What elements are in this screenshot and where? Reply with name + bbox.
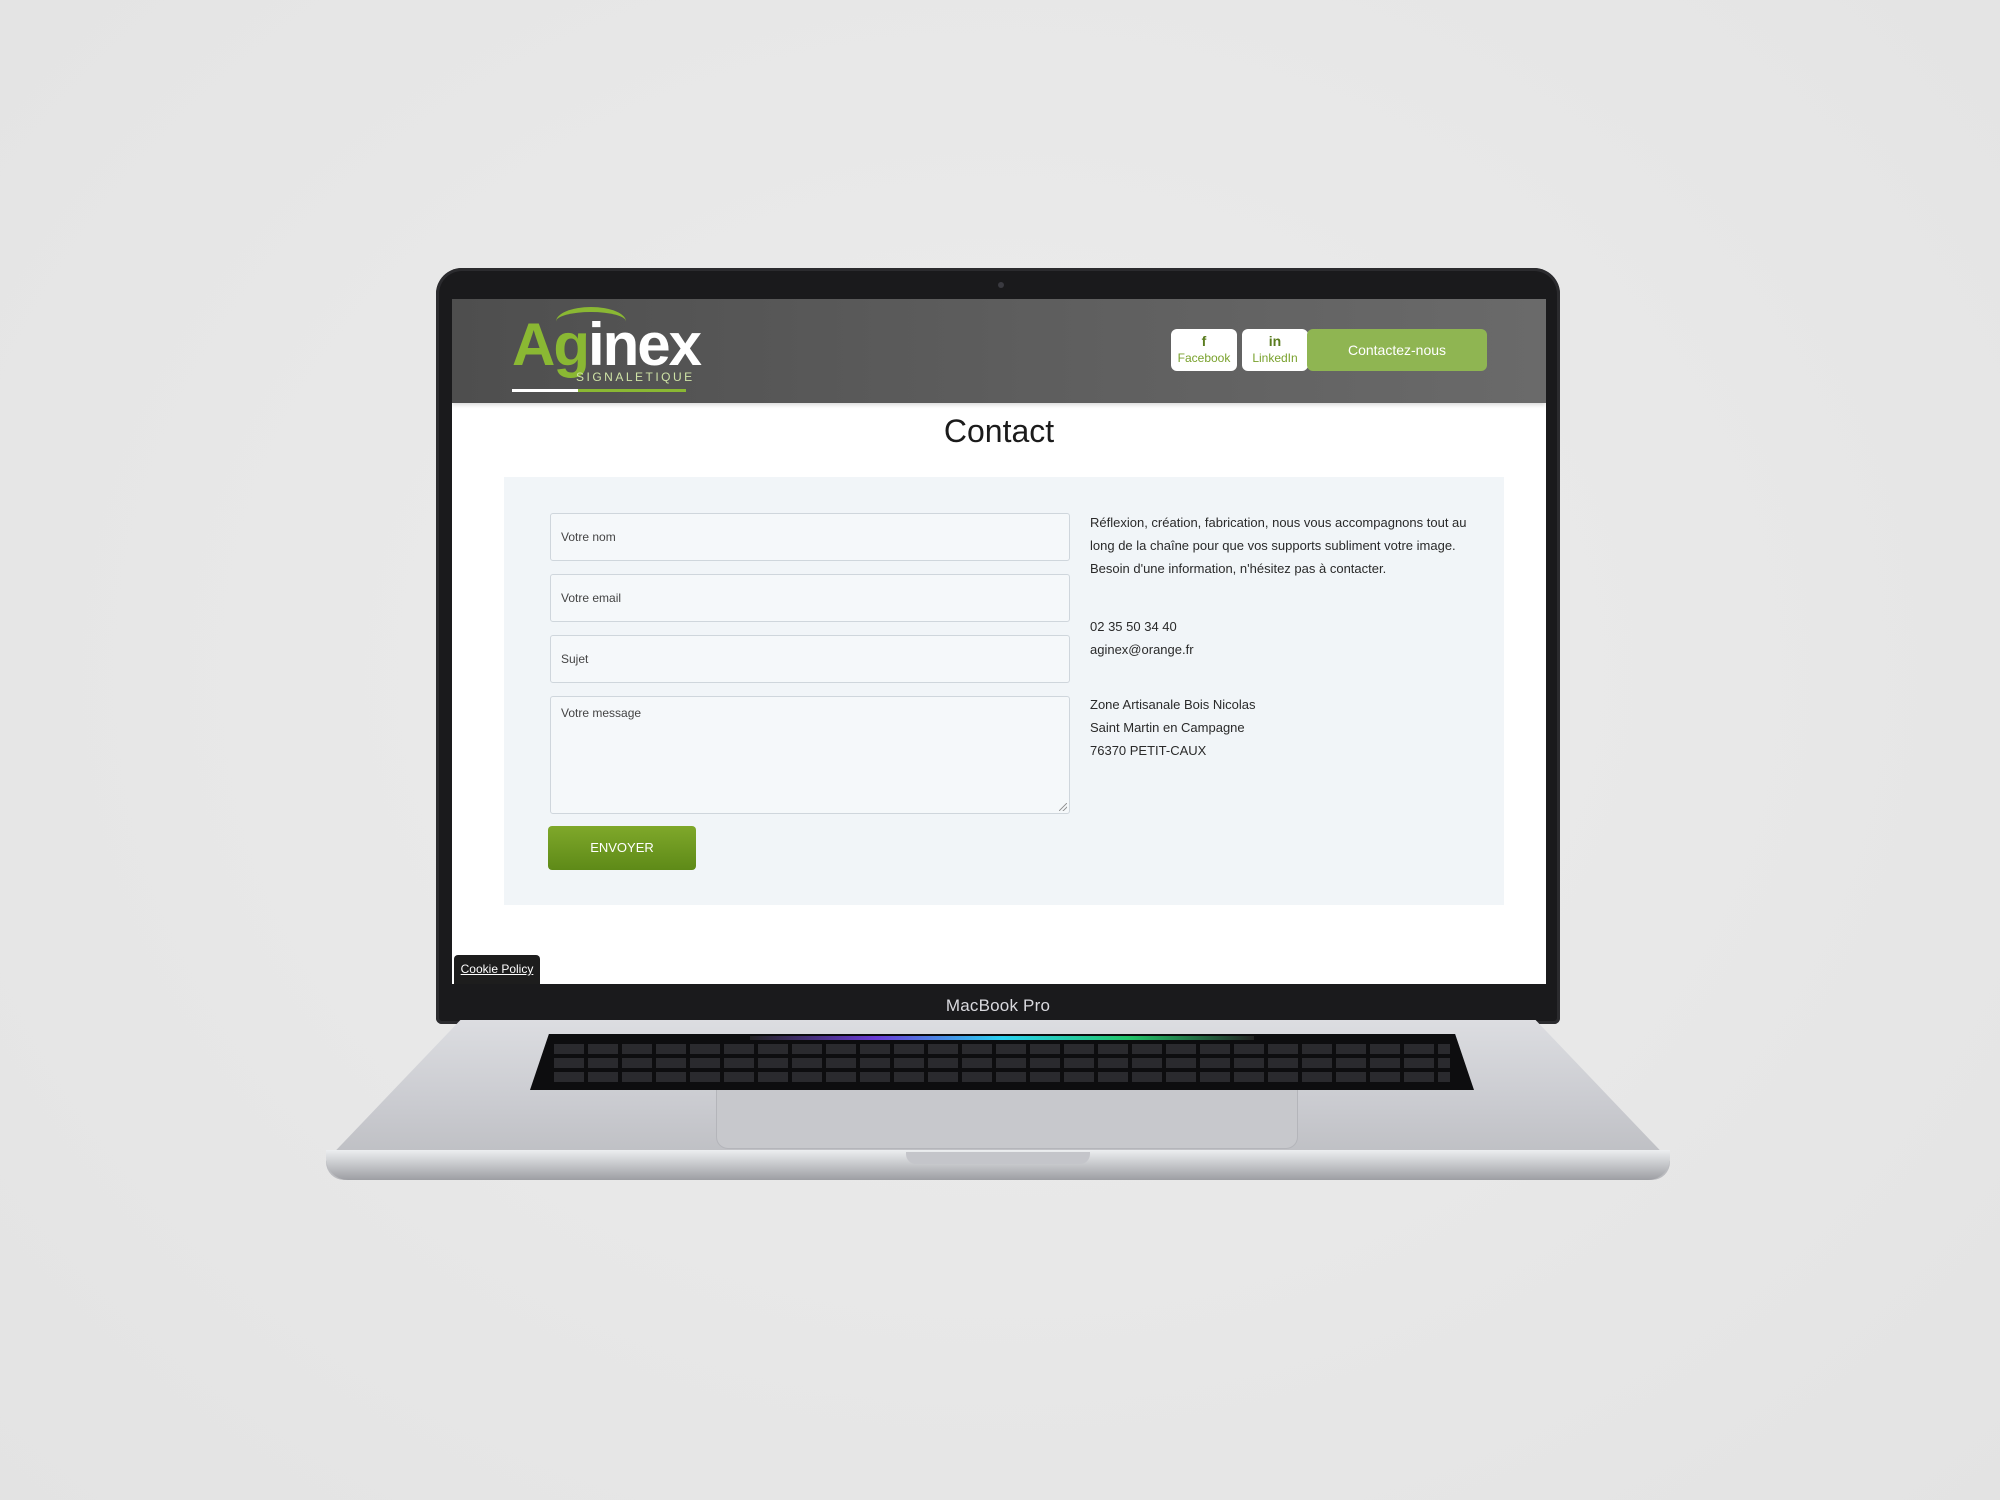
screen: Aginex SIGNALETIQUE f Facebook in Linked… [452,299,1546,984]
send-button[interactable]: ENVOYER [548,826,696,870]
message-placeholder: Votre message [561,706,642,720]
facebook-icon: f [1201,333,1207,349]
contact-details: 02 35 50 34 40 aginex@orange.fr [1090,615,1470,661]
linkedin-icon: in [1268,333,1282,349]
contact-panel: Votre nom Votre email Sujet Votre messag… [504,477,1504,905]
postal-address: Zone Artisanale Bois Nicolas Saint Marti… [1090,693,1470,762]
logo-subtitle: SIGNALETIQUE [576,370,695,384]
linkedin-button[interactable]: in LinkedIn [1242,329,1308,371]
contact-us-button[interactable]: Contactez-nous [1307,329,1487,371]
facebook-button[interactable]: f Facebook [1171,329,1237,371]
subject-input[interactable]: Sujet [550,635,1070,683]
page-title: Contact [943,413,1055,449]
lid-notch [906,1152,1090,1164]
trackpad [716,1090,1298,1149]
cookie-policy-button[interactable]: Cookie Policy [454,955,540,984]
aginex-logo[interactable]: Aginex SIGNALETIQUE [512,307,702,393]
logo-ag: Ag [512,311,590,378]
device-label: MacBook Pro [945,996,1051,1015]
phone-number: 02 35 50 34 40 [1090,619,1177,634]
email-input[interactable]: Votre email [550,574,1070,622]
name-input[interactable]: Votre nom [550,513,1070,561]
key-row [554,1044,1450,1054]
address-line: Saint Martin en Campagne [1090,720,1245,735]
message-textarea[interactable]: Votre message [550,696,1070,814]
address-line: Zone Artisanale Bois Nicolas [1090,697,1256,712]
logo-underline [512,389,686,392]
facebook-label: Facebook [1177,351,1231,365]
logo-wordmark: Aginex [512,315,702,375]
linkedin-label: LinkedIn [1252,351,1298,365]
key-row [554,1072,1450,1082]
address-line: 76370 PETIT-CAUX [1090,743,1207,758]
camera [998,282,1004,288]
touch-bar [750,1036,1254,1040]
site-header: Aginex SIGNALETIQUE f Facebook in Linked… [452,299,1546,403]
intro-text: Réflexion, création, fabrication, nous v… [1090,515,1467,576]
key-row [554,1058,1450,1068]
logo-inex: inex [587,311,702,378]
email-address: aginex@orange.fr [1090,642,1194,657]
resize-handle-icon[interactable] [1059,803,1067,811]
keyboard [530,1034,1474,1090]
